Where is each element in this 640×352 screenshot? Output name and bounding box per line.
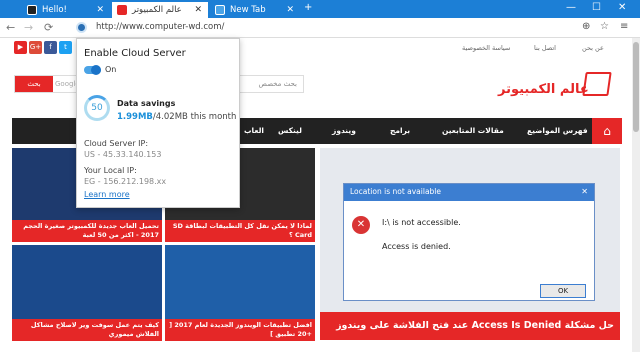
search-button[interactable]: بحث — [15, 76, 53, 92]
bookmark-star-icon[interactable]: ☆ — [600, 21, 609, 32]
home-icon[interactable]: ⌂ — [592, 118, 622, 144]
tab-hello[interactable]: Hello! ✕ — [22, 2, 110, 18]
dialog-message: I:\ is not accessible. — [382, 218, 461, 227]
cloud-toggle[interactable] — [84, 65, 101, 75]
site-favicon-icon — [117, 5, 127, 15]
local-ip-label: Your Local IP: — [84, 166, 137, 175]
article-card[interactable]: كيف يتم عمل سوفت وير لاصلاح مشاكل الفلاش… — [12, 245, 162, 341]
menu-item-windows[interactable]: ويندوز — [332, 126, 356, 135]
toggle-state: On — [105, 65, 117, 74]
address-bar[interactable]: http://www.computer-wd.com/ — [96, 22, 224, 32]
menu-item-games[interactable]: العاب — [244, 126, 264, 135]
dialog-ok-button: OK — [540, 284, 586, 298]
learn-more-link[interactable]: Learn more — [84, 190, 130, 199]
error-dialog-image: Location is not available ✕ ✕ I:\ is not… — [343, 183, 595, 301]
dialog-message: Access is denied. — [382, 242, 451, 251]
cloud-ip-label: Cloud Server IP: — [84, 139, 149, 148]
google-plus-icon[interactable]: G+ — [29, 41, 42, 54]
forward-icon[interactable]: → — [24, 21, 33, 34]
savings-percent: 50 — [91, 103, 103, 113]
cloud-server-popup: Enable Cloud Server On 50 Data savings 1… — [76, 38, 240, 208]
back-icon[interactable]: ← — [6, 21, 15, 34]
contact-link[interactable]: اتصل بنا — [534, 44, 556, 52]
menu-item-articles[interactable]: مقالات المتابعين — [442, 126, 504, 135]
close-tab-icon[interactable]: ✕ — [286, 5, 294, 15]
savings-amount: 1.99MB/4.02MB this month — [117, 112, 237, 122]
cloud-server-icon[interactable] — [76, 22, 87, 33]
article-title: لماذا لا يمكن نقل كل التطبيقات لبطاقة SD… — [165, 220, 315, 242]
menu-item-software[interactable]: برامج — [390, 126, 410, 135]
tab-computer-wd[interactable]: عالم الكمبيوتر ✕ — [112, 2, 208, 18]
savings-label: Data savings — [117, 99, 176, 108]
new-tab-favicon-icon — [215, 5, 225, 15]
tab-title: New Tab — [230, 5, 266, 15]
tab-title: Hello! — [42, 5, 67, 15]
tab-title: عالم الكمبيوتر — [132, 5, 182, 15]
popup-title: Enable Cloud Server — [84, 48, 186, 59]
monitor-icon — [582, 72, 612, 96]
youtube-icon[interactable]: ▶ — [14, 41, 27, 54]
dialog-close-icon: ✕ — [581, 187, 588, 196]
cloud-ip-value: US - 45.33.140.153 — [84, 150, 162, 159]
featured-title[interactable]: حل مشكلة Access Is Denied عند فتح الفلاش… — [320, 312, 620, 340]
local-ip-value: EG - 156.212.198.xx — [84, 177, 167, 186]
article-title: افضل تطبيقات الويندوز الجديدة لعام 2017 … — [165, 319, 315, 341]
facebook-icon[interactable]: f — [44, 41, 57, 54]
penguin-icon — [27, 5, 37, 15]
privacy-link[interactable]: سياسة الخصوصية — [462, 44, 510, 52]
browser-toolbar: ← → ⟳ http://www.computer-wd.com/ ⊕ ☆ ≡ — [0, 18, 640, 38]
article-title: كيف يتم عمل سوفت وير لاصلاح مشاكل الفلاش… — [12, 319, 162, 341]
close-window-icon[interactable]: ✕ — [618, 2, 626, 13]
maximize-icon[interactable]: ☐ — [592, 2, 601, 13]
reload-icon[interactable]: ⟳ — [44, 21, 53, 34]
error-icon: ✕ — [352, 216, 370, 234]
new-tab-button[interactable]: + — [304, 2, 312, 13]
menu-item-index[interactable]: فهرس المواضيع — [527, 126, 588, 135]
tab-new-tab[interactable]: New Tab ✕ — [210, 2, 300, 18]
site-logo[interactable]: عالم الكمبيوتر — [498, 70, 612, 104]
close-tab-icon[interactable]: ✕ — [194, 5, 202, 15]
article-card[interactable]: افضل تطبيقات الويندوز الجديدة لعام 2017 … — [165, 245, 315, 341]
zoom-icon[interactable]: ⊕ — [582, 21, 590, 32]
twitter-icon[interactable]: t — [59, 41, 72, 54]
menu-icon[interactable]: ≡ — [620, 21, 628, 32]
minimize-icon[interactable]: — — [566, 2, 576, 13]
tab-bar: Hello! ✕ عالم الكمبيوتر ✕ New Tab ✕ + — … — [0, 0, 640, 18]
about-link[interactable]: عن بحن — [582, 44, 604, 52]
close-tab-icon[interactable]: ✕ — [96, 5, 104, 15]
scrollbar[interactable] — [632, 38, 640, 352]
search-input[interactable]: بحث مخصص — [259, 80, 297, 88]
menu-item-linux[interactable]: لينكس — [278, 126, 302, 135]
article-title: تحميل العاب جديدة للكمبيوتر صغيرة الحجم … — [12, 220, 162, 242]
dialog-title: Location is not available — [344, 184, 594, 201]
logo-text: عالم الكمبيوتر — [498, 82, 589, 97]
